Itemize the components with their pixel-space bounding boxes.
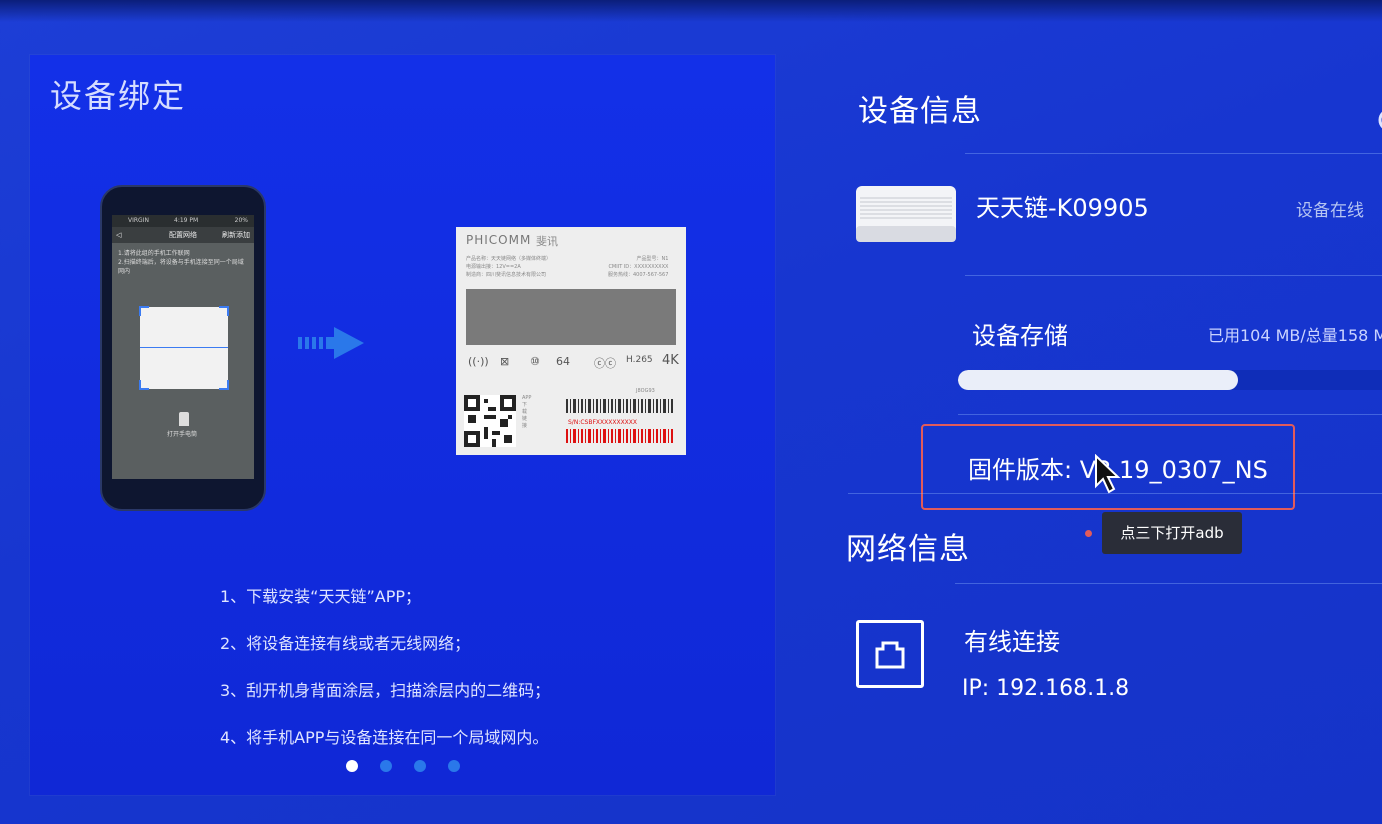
phone-instructions: 1.请将此组的手机工作联网 2.扫描终端后，将设备与手机连接至同一个局域网内 (118, 249, 248, 276)
spec-line: 产品型号：N1 (636, 256, 669, 262)
device-info-title: 设备信息 (858, 94, 982, 129)
label-specs-right: 产品型号：N1 CMIIT ID：XXXXXXXXXX 服务热线：4007-56… (608, 255, 668, 279)
product-label-image: PHICOMM 斐讯 产品名称：天天链网络（多媒体终端） 电源输出接：12V==… (456, 227, 686, 455)
phone-time: 4:19 PM (174, 217, 199, 224)
storage-progress-fill (958, 370, 1238, 390)
phone-back-icon: ◁ (116, 231, 122, 239)
certification-icons: ((·)) ⊠ ⑩ 64 ⓒⓒ H.265 4K (466, 353, 679, 375)
divider (958, 414, 1382, 415)
app-download-text: APP下载链接 (522, 395, 532, 429)
phone-screen: VIRGIN 4:19 PM 20% ◁ 配置网络 刷新添加 1.请将此组的手机… (112, 215, 254, 479)
router-device-image (856, 186, 956, 242)
phone-illustration: VIRGIN 4:19 PM 20% ◁ 配置网络 刷新添加 1.请将此组的手机… (100, 185, 266, 511)
network-info-title: 网络信息 (846, 532, 970, 567)
scratch-coating (466, 289, 676, 345)
device-status: 设备在线 (1296, 201, 1364, 221)
scan-corner (219, 306, 229, 316)
spec-line: 电源输出接：12V==2A (466, 264, 521, 270)
storage-badge: 64 (556, 355, 570, 368)
binding-steps: 1、下载安装“天天链”APP； 2、将设备连接有线或者无线网络； 3、刮开机身背… (220, 573, 550, 761)
phone-instruction-line: 1.请将此组的手机工作联网 (118, 250, 190, 257)
divider (955, 583, 1382, 584)
top-edge (0, 0, 1382, 22)
weee-icon: ⊠ (500, 355, 510, 368)
device-name: 天天链-K09905 (976, 194, 1149, 222)
torch-label: 打开手电筒 (167, 431, 198, 438)
binding-title: 设备绑定 (50, 77, 187, 115)
step-item: 4、将手机APP与设备连接在同一个局域网内。 (220, 728, 549, 747)
storage-usage-text: 已用104 MB/总量158 M (1208, 326, 1382, 345)
phone-carrier: VIRGIN (128, 217, 149, 224)
spec-line: 制造商：四川斐讯信息技术有限公司 (466, 272, 547, 278)
ethernet-icon (856, 620, 924, 688)
brand-cn: 斐讯 (536, 235, 558, 248)
carousel-indicator (346, 757, 482, 776)
scan-line (140, 347, 228, 348)
phone-scan-frame (139, 306, 229, 390)
phone-status-bar: VIRGIN 4:19 PM 20% (112, 215, 254, 227)
scan-corner (219, 380, 229, 390)
wifi-icon: ((·)) (468, 355, 489, 368)
spec-line: 产品名称：天天链网络（多媒体终端） (466, 256, 552, 262)
storage-progress-bar (958, 370, 1382, 390)
qr-code-icon (464, 395, 516, 447)
barcode-icon (566, 399, 673, 413)
divider (965, 153, 1382, 154)
codec-badge: H.265 (626, 355, 653, 365)
scan-corner (139, 306, 149, 316)
mouse-cursor-icon (1095, 454, 1121, 494)
resolution-badge: 4K (662, 353, 679, 368)
tooltip-anchor-dot (1085, 530, 1092, 537)
red-barcode-icon (566, 429, 673, 443)
ip-address: IP: 192.168.1.8 (962, 676, 1130, 701)
phone-header: ◁ 配置网络 刷新添加 (112, 227, 254, 243)
carousel-dot[interactable] (380, 760, 392, 772)
brand-logo: PHICOMM (466, 233, 532, 247)
adb-tooltip: 点三下打开adb (1102, 512, 1242, 554)
arrow-right-icon (298, 327, 364, 359)
storage-title: 设备存储 (972, 322, 1068, 350)
step-item: 3、刮开机身背面涂层，扫描涂层内的二维码； (220, 681, 551, 700)
spec-line: 服务热线：4007-567-567 (608, 272, 669, 278)
step-item: 1、下载安装“天天链”APP； (220, 587, 422, 606)
barcode-top-text: J8OG93 (636, 388, 655, 394)
phone-battery: 20% (234, 217, 248, 224)
torch-icon (179, 412, 189, 426)
carousel-dot[interactable] (414, 760, 426, 772)
step-item: 2、将设备连接有线或者无线网络； (220, 634, 471, 653)
divider (965, 275, 1382, 276)
serial-number: S/N:CSBFXXXXXXXXXX (568, 419, 638, 426)
carousel-dot[interactable] (448, 760, 460, 772)
gear-icon[interactable] (1370, 100, 1382, 140)
spec-line: CMIIT ID：XXXXXXXXXX (608, 264, 669, 270)
connection-type: 有线连接 (964, 628, 1060, 656)
ccc-icon: ⓒⓒ (594, 357, 616, 370)
divider (848, 493, 1382, 494)
phone-refresh-label: 刷新添加 (222, 231, 250, 239)
scan-corner (139, 380, 149, 390)
label-specs-left: 产品名称：天天链网络（多媒体终端） 电源输出接：12V==2A 制造商：四川斐讯… (466, 255, 551, 279)
recycle-icon: ⑩ (530, 355, 540, 368)
device-binding-panel: 设备绑定 VIRGIN 4:19 PM 20% ◁ 配置网络 刷新添加 1.请将… (30, 55, 775, 795)
phone-screen-title: 配置网络 (169, 231, 197, 239)
carousel-dot[interactable] (346, 760, 358, 772)
phone-instruction-line: 2.扫描终端后，将设备与手机连接至同一个局域网内 (118, 259, 244, 275)
